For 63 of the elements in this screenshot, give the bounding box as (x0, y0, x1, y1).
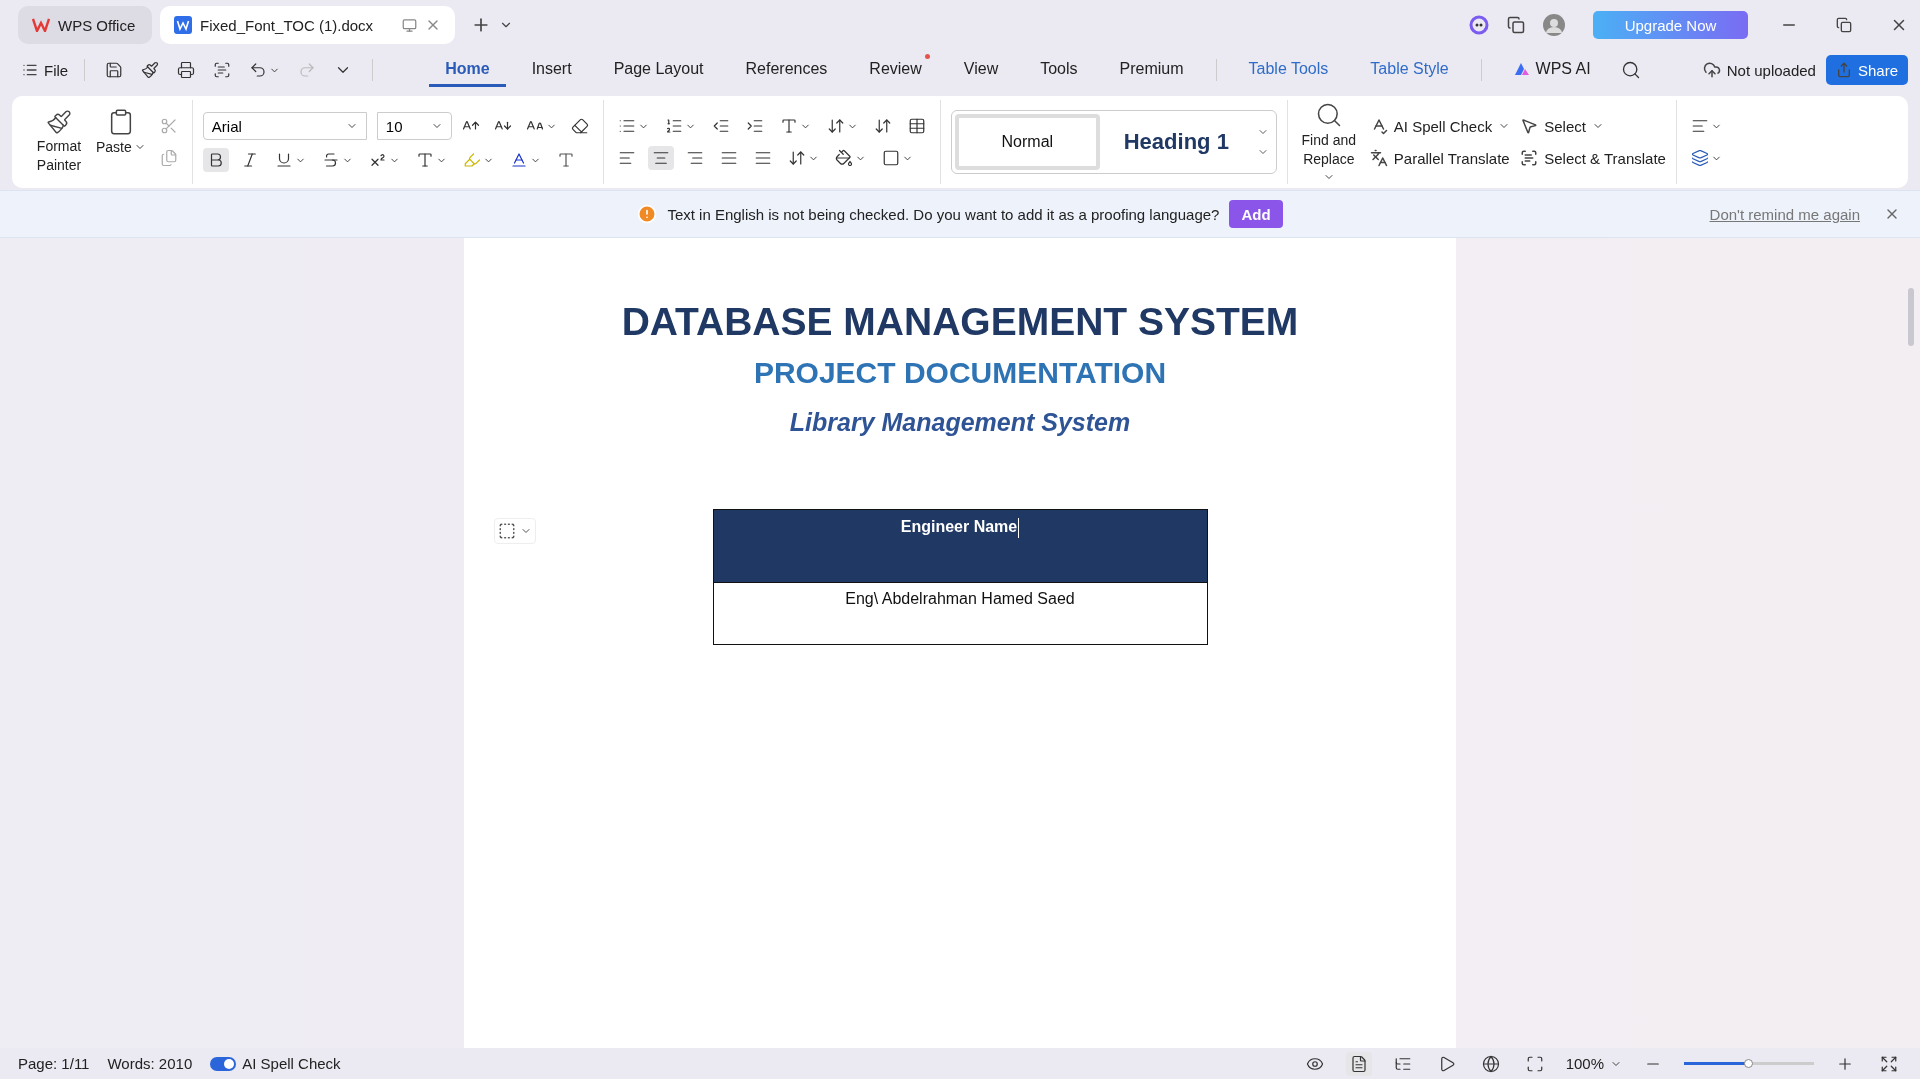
bold-icon[interactable] (202, 148, 229, 172)
menu-tab[interactable]: Review (853, 53, 938, 87)
style-preset[interactable]: Normal (954, 114, 1100, 170)
tab-title: WPS Office (58, 16, 137, 34)
cloud-upload-icon (1702, 61, 1721, 79)
format-painter-button[interactable]: Format Painter (32, 109, 86, 175)
assistant-icon[interactable] (1469, 15, 1489, 35)
menu-icon (22, 62, 38, 78)
document-icon (174, 16, 192, 34)
table-handle-icon[interactable] (494, 518, 536, 544)
restore-icon[interactable] (1836, 17, 1852, 33)
header-text: Engineer Name (900, 518, 1020, 538)
style-preset[interactable]: Heading 1 (1103, 114, 1249, 170)
paste-button[interactable]: Paste (96, 107, 146, 177)
menu-tab[interactable]: References (729, 53, 844, 87)
zoom-slider[interactable] (1684, 1062, 1814, 1065)
font-field[interactable]: Arial (202, 112, 367, 140)
scan-text-icon (1520, 149, 1539, 167)
menu-tab[interactable]: Premium (1103, 53, 1200, 87)
menu-tab[interactable]: Table Style (1354, 53, 1465, 87)
align-center-icon[interactable] (647, 146, 674, 170)
monitor-icon[interactable] (402, 17, 417, 33)
windows-icon[interactable] (1507, 16, 1525, 34)
spell-check-toggle[interactable]: AI Spell Check (210, 1055, 341, 1072)
add-button[interactable]: Add (1229, 200, 1283, 228)
menu-tab[interactable]: WPS AI (1497, 53, 1607, 87)
word-count: Words: 2010 (107, 1055, 193, 1072)
system-name: Library Management System (789, 408, 1131, 437)
ai-spell-check-button[interactable]: AI Spell Check (1369, 117, 1511, 135)
page-view-icon[interactable] (1345, 1051, 1372, 1076)
menu-tab[interactable]: Home (429, 53, 506, 87)
warning-icon (637, 204, 658, 224)
share-button[interactable]: Share (1825, 55, 1908, 85)
select-translate-button[interactable]: Select & Translate (1520, 149, 1666, 167)
menu-tab[interactable]: Insert (515, 53, 588, 87)
page-count: Page: 1/11 (18, 1055, 90, 1072)
not-uploaded-status[interactable]: Not uploaded (1702, 61, 1816, 79)
wps-logo-icon (32, 18, 50, 32)
tab-title: Fixed_Font_TOC (1).docx (200, 16, 375, 34)
window-tab[interactable]: WPS Office (18, 6, 152, 44)
avatar-icon[interactable] (1543, 14, 1565, 36)
menu-tab[interactable]: View (947, 53, 1015, 87)
document-title: DATABASE MANAGEMENT SYSTEM (621, 300, 1299, 344)
menu-tab[interactable]: Tools (1024, 53, 1094, 87)
font-size-field[interactable]: 10 (376, 112, 452, 140)
translate-icon (1369, 149, 1388, 167)
document-subtitle: PROJECT DOCUMENTATION (753, 356, 1167, 390)
notice-message: Text in English is not being checked. Do you want to add it as a proofing language? (667, 205, 1220, 223)
paintbrush-icon (46, 109, 72, 135)
file-menu[interactable]: File (22, 61, 69, 79)
ai-logo-icon (1513, 61, 1530, 76)
zoom-level[interactable]: 100% (1565, 1055, 1622, 1072)
window-tab[interactable]: Fixed_Font_TOC (1).docx (160, 6, 455, 44)
scroll-thumb[interactable] (1908, 288, 1914, 346)
share-icon (1835, 62, 1852, 78)
dont-remind-link[interactable]: Don't remind me again (1709, 205, 1860, 223)
select-button[interactable]: Select (1520, 117, 1666, 135)
pointer-icon (1520, 117, 1539, 135)
parallel-translate-button[interactable]: Parallel Translate (1369, 149, 1511, 167)
find-replace-button[interactable]: Find and Replace (1297, 101, 1360, 183)
cell-text: Eng\ Abdelrahman Hamed Saed (845, 590, 1075, 609)
menu-tab[interactable]: Table Tools (1232, 53, 1345, 87)
menu-tab[interactable]: Page Layout (597, 53, 720, 87)
